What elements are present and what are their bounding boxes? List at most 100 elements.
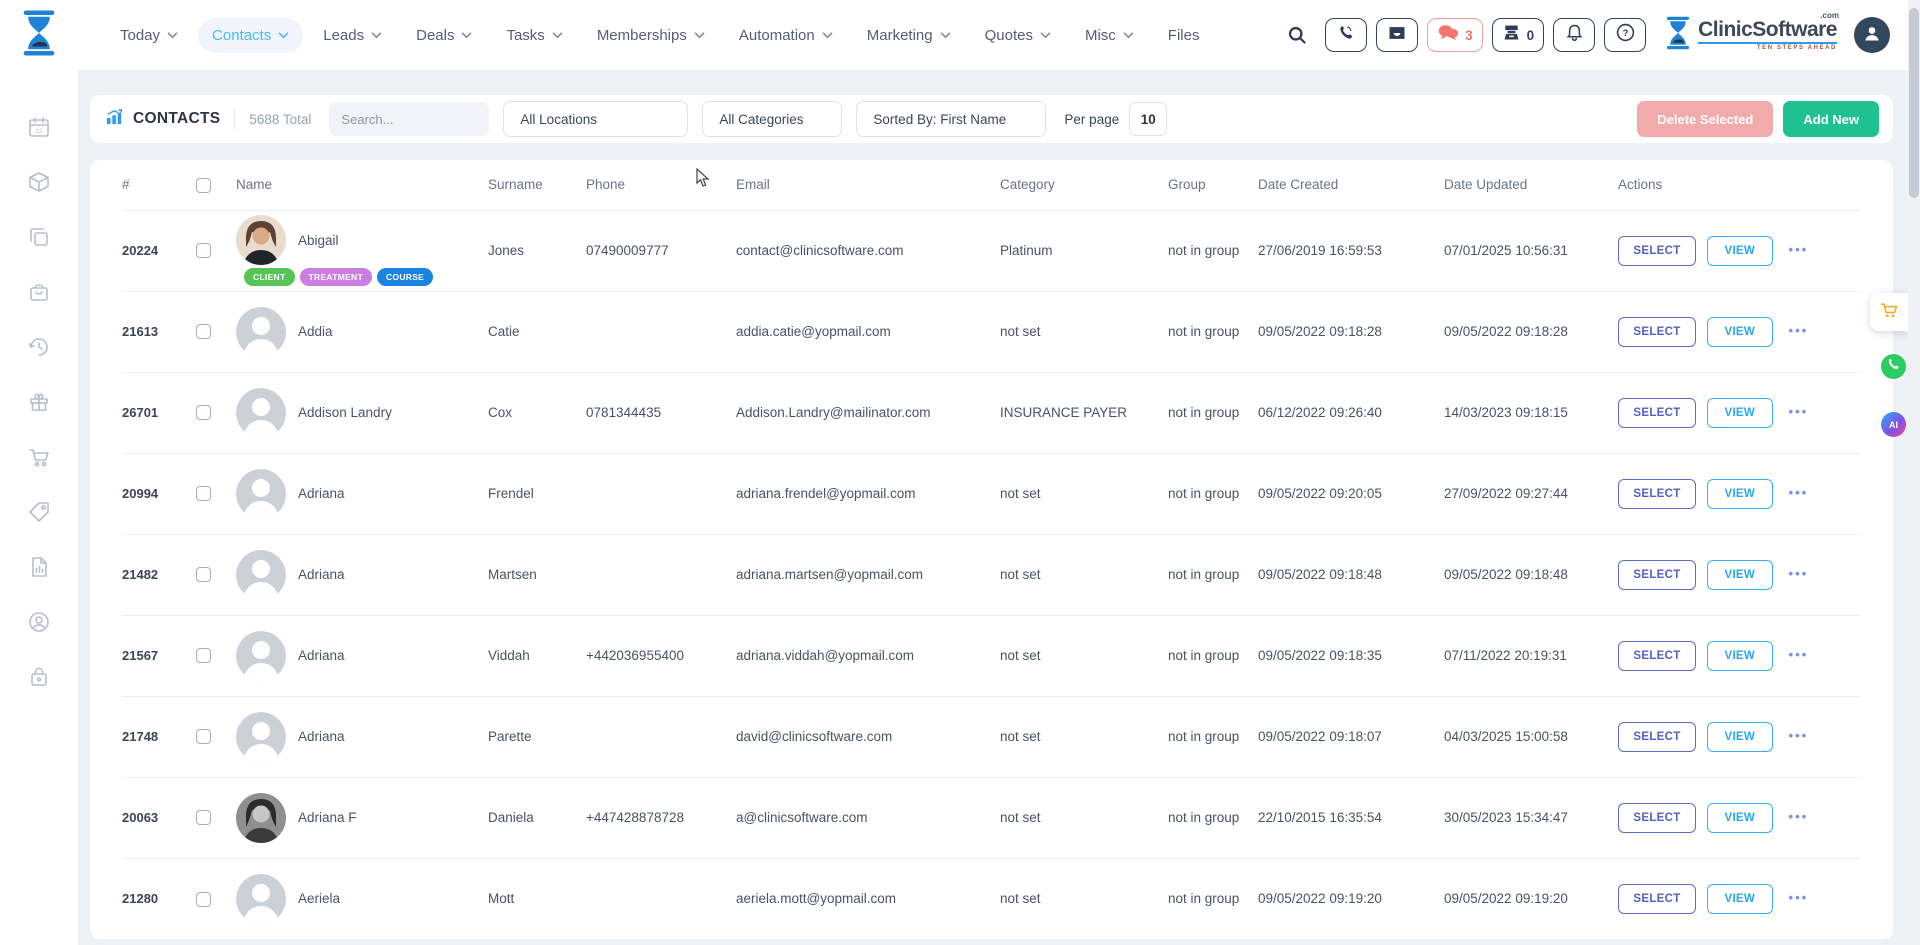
bag-icon[interactable] (26, 279, 52, 305)
more-actions-button[interactable]: ••• (1789, 728, 1809, 743)
package-icon[interactable] (26, 169, 52, 195)
contact-name[interactable]: Aeriela (298, 891, 340, 906)
more-actions-button[interactable]: ••• (1789, 485, 1809, 500)
phone-button[interactable] (1325, 18, 1367, 52)
badge-treatment[interactable]: TREATMENT (300, 268, 372, 286)
select-button[interactable]: SELECT (1618, 803, 1696, 833)
select-button[interactable]: SELECT (1618, 884, 1696, 914)
view-button[interactable]: VIEW (1707, 398, 1773, 428)
report-icon[interactable] (26, 554, 52, 580)
locations-filter[interactable]: All Locations (503, 101, 688, 137)
badge-client[interactable]: CLIENT (244, 268, 295, 286)
calendar-icon[interactable]: 12 (26, 114, 52, 140)
contact-name[interactable]: Adriana F (298, 810, 357, 825)
nav-item-memberships[interactable]: Memberships (583, 18, 719, 53)
row-checkbox[interactable] (196, 567, 211, 582)
nav-item-files[interactable]: Files (1154, 18, 1214, 53)
nav-item-today[interactable]: Today (106, 18, 192, 53)
view-button[interactable]: VIEW (1707, 317, 1773, 347)
more-actions-button[interactable]: ••• (1789, 323, 1809, 338)
select-button[interactable]: SELECT (1618, 479, 1696, 509)
contact-name[interactable]: Adriana (298, 648, 345, 663)
select-all-checkbox[interactable] (196, 178, 211, 193)
badge-course[interactable]: COURSE (377, 268, 433, 286)
row-checkbox[interactable] (196, 810, 211, 825)
tag-icon[interactable] (26, 499, 52, 525)
categories-filter[interactable]: All Categories (702, 101, 842, 137)
view-button[interactable]: VIEW (1707, 641, 1773, 671)
contact-email: david@clinicsoftware.com (736, 696, 1000, 777)
more-actions-button[interactable]: ••• (1789, 809, 1809, 824)
lock-icon[interactable] (26, 664, 52, 690)
row-checkbox[interactable] (196, 486, 211, 501)
chat-button[interactable]: 3 (1427, 18, 1483, 52)
select-button[interactable]: SELECT (1618, 560, 1696, 590)
pos-button[interactable]: 0 (1492, 18, 1545, 52)
nav-item-marketing[interactable]: Marketing (853, 18, 965, 53)
inbox-button[interactable] (1376, 18, 1418, 52)
nav-item-misc[interactable]: Misc (1071, 18, 1148, 53)
floating-cart-button[interactable] (1870, 293, 1908, 331)
contact-name[interactable]: Addison Landry (298, 405, 392, 420)
view-button[interactable]: VIEW (1707, 236, 1773, 266)
view-button[interactable]: VIEW (1707, 884, 1773, 914)
nav-item-quotes[interactable]: Quotes (971, 18, 1065, 53)
delete-selected-button[interactable]: Delete Selected (1637, 101, 1773, 137)
sidebar-logo[interactable] (0, 10, 78, 61)
more-actions-button[interactable]: ••• (1789, 242, 1809, 257)
per-page-value[interactable]: 10 (1129, 102, 1167, 136)
scrollbar-thumb[interactable] (1909, 8, 1919, 198)
contact-name[interactable]: Adriana (298, 729, 345, 744)
notifications-button[interactable] (1553, 18, 1595, 52)
more-actions-button[interactable]: ••• (1789, 647, 1809, 662)
search-input[interactable] (341, 112, 517, 127)
support-icon[interactable] (26, 609, 52, 635)
contacts-table: # Name Surname Phone Email Category Grou… (122, 160, 1861, 939)
whatsapp-button[interactable] (1881, 354, 1906, 379)
history-icon[interactable] (26, 334, 52, 360)
more-actions-button[interactable]: ••• (1789, 566, 1809, 581)
contact-name[interactable]: Abigail (298, 233, 339, 248)
scrollbar-track[interactable] (1908, 0, 1920, 945)
row-checkbox[interactable] (196, 243, 211, 258)
select-button[interactable]: SELECT (1618, 722, 1696, 752)
help-button[interactable]: ? (1604, 18, 1646, 52)
col-group: Group (1168, 160, 1258, 210)
row-checkbox[interactable] (196, 405, 211, 420)
table-row: 21280 Aeriela Mott aeriela.mott@yopmail.… (122, 858, 1861, 939)
add-new-button[interactable]: Add New (1783, 101, 1879, 137)
view-button[interactable]: VIEW (1707, 803, 1773, 833)
cart-icon[interactable] (26, 444, 52, 470)
app: Today Contacts Leads Deals Tasks Members… (0, 0, 1920, 945)
select-button[interactable]: SELECT (1618, 317, 1696, 347)
sort-filter[interactable]: Sorted By: First Name (856, 101, 1046, 137)
select-button[interactable]: SELECT (1618, 641, 1696, 671)
row-checkbox[interactable] (196, 324, 211, 339)
select-button[interactable]: SELECT (1618, 236, 1696, 266)
nav-item-tasks[interactable]: Tasks (492, 18, 576, 53)
contact-name[interactable]: Adriana (298, 567, 345, 582)
view-button[interactable]: VIEW (1707, 722, 1773, 752)
nav-item-leads[interactable]: Leads (309, 18, 396, 53)
nav-item-deals[interactable]: Deals (402, 18, 486, 53)
copy-icon[interactable] (26, 224, 52, 250)
nav-item-contacts[interactable]: Contacts (198, 18, 303, 53)
more-actions-button[interactable]: ••• (1789, 404, 1809, 419)
row-checkbox[interactable] (196, 648, 211, 663)
ai-assistant-button[interactable]: AI (1881, 412, 1906, 437)
contact-name[interactable]: Addia (298, 324, 333, 339)
contact-surname: Mott (488, 858, 586, 939)
gift-icon[interactable] (26, 389, 52, 415)
search-icon[interactable] (1287, 25, 1308, 46)
contact-name[interactable]: Adriana (298, 486, 345, 501)
select-button[interactable]: SELECT (1618, 398, 1696, 428)
row-checkbox[interactable] (196, 892, 211, 907)
view-button[interactable]: VIEW (1707, 560, 1773, 590)
view-button[interactable]: VIEW (1707, 479, 1773, 509)
nav-item-automation[interactable]: Automation (725, 18, 847, 53)
user-menu-button[interactable] (1854, 17, 1890, 53)
more-actions-button[interactable]: ••• (1789, 890, 1809, 905)
row-checkbox[interactable] (196, 729, 211, 744)
clinicsoftware-logo[interactable]: ClinicSoftware .com TEN STEPS AHEAD (1665, 15, 1837, 56)
contact-date-updated: 27/09/2022 09:27:44 (1444, 453, 1618, 534)
